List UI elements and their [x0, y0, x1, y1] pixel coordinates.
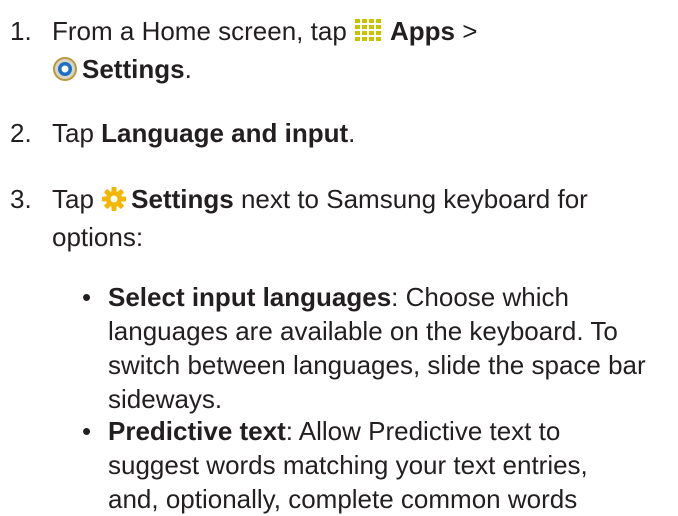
settings-label: Settings [82, 54, 185, 84]
bullet-text: Predictive text: Allow Predictive text t… [108, 414, 678, 516]
settings-gear-icon [52, 56, 78, 90]
step-text: From a Home screen, tap Apps > Settings. [52, 14, 678, 90]
step-line: options: [52, 222, 144, 252]
step-number: 3. [10, 184, 32, 214]
bullet-line: and, optionally, complete common words [108, 484, 578, 514]
bullet-line: suggest words matching your text entries… [108, 450, 588, 480]
step-line: From a Home screen, tap Apps > [52, 14, 678, 52]
apps-grid-icon [354, 18, 386, 52]
step-prefix: Tap [52, 184, 94, 214]
bullet-text: Select input languages: Choose which lan… [108, 280, 678, 416]
step-suffix: . [184, 54, 192, 84]
bullet-title: Predictive text [108, 416, 286, 446]
step-number: 2. [10, 118, 32, 148]
settings-label: Settings [131, 184, 234, 214]
step-line: Settings. [52, 52, 678, 90]
step-text: Tap Settings next to Samsung keyboard fo… [52, 182, 678, 254]
step-number: 1. [10, 16, 32, 46]
step-prefix: From a Home screen, tap [52, 16, 347, 46]
step-line-rest: next to Samsung keyboard for [240, 184, 588, 214]
bullet-dot: • [82, 282, 92, 312]
bullet-line: languages are available on the keyboard.… [108, 316, 618, 346]
step-line: Tap Settings next to Samsung keyboard fo… [52, 182, 678, 220]
bullet-title: Select input languages [108, 282, 392, 312]
separator: > [462, 16, 478, 46]
bullet-line-text: : Choose which [391, 282, 569, 312]
bullet-line: switch between languages, slide the spac… [108, 350, 646, 380]
bullet-dot: • [82, 416, 92, 446]
language-and-input-label: Language and input [101, 118, 349, 148]
bullet-line: Select input languages: Choose which [108, 280, 678, 314]
step-text: Tap Language and input. [52, 116, 678, 150]
step-prefix: Tap [52, 118, 94, 148]
bullet-line: sideways. [108, 384, 223, 414]
bullet-line-text: : Allow Predictive text to [285, 416, 561, 446]
step-suffix: . [348, 118, 356, 148]
bullet-line: Predictive text: Allow Predictive text t… [108, 414, 678, 448]
settings-cog-icon [101, 186, 127, 220]
apps-label: Apps [390, 16, 456, 46]
instructions-document: 1. From a Home screen, tap Apps > Settin… [0, 0, 678, 514]
